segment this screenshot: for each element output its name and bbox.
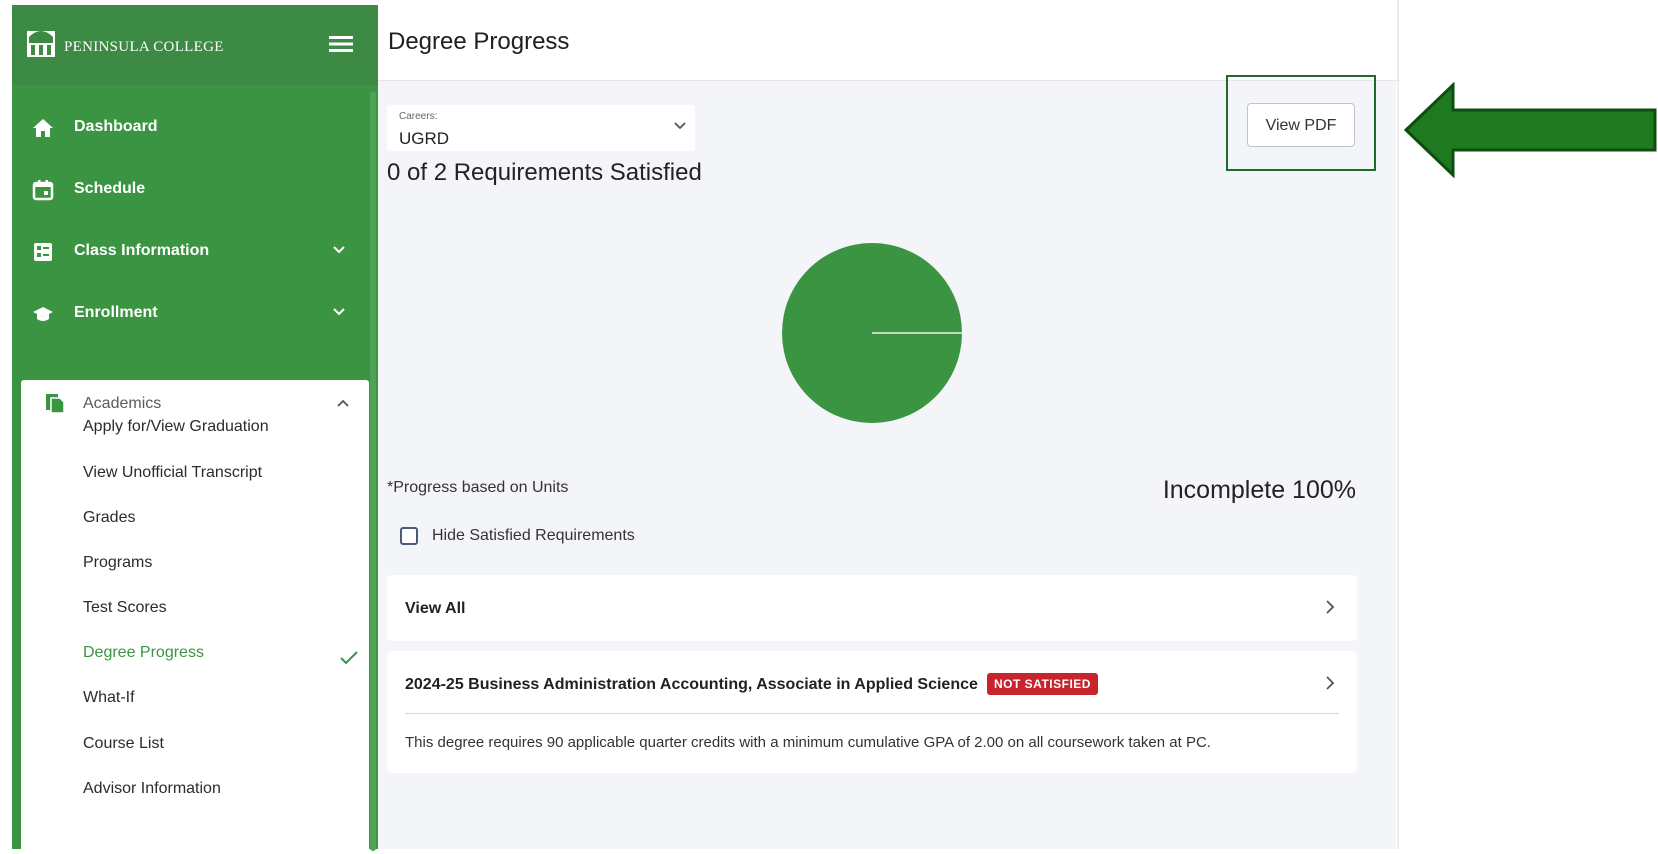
sidebar-item-label: Enrollment [74, 304, 158, 321]
progress-pie-chart [782, 243, 962, 423]
brand-header: PENINSULA COLLEGE [12, 5, 378, 85]
sidebar-subitem-advisor-information[interactable]: Advisor Information [83, 780, 221, 798]
requirements-summary: 0 of 2 Requirements Satisfied [387, 159, 702, 186]
sidebar-subitem-test-scores[interactable]: Test Scores [83, 599, 167, 617]
chevron-up-icon [337, 399, 349, 407]
arrow-left-icon [1403, 82, 1657, 178]
careers-value: UGRD [399, 129, 450, 148]
documents-icon [46, 394, 65, 414]
chevron-down-icon [333, 308, 345, 316]
sidebar-subitem-programs[interactable]: Programs [83, 554, 152, 572]
sidebar-item-label: Dashboard [74, 118, 158, 135]
college-name: PENINSULA COLLEGE [64, 39, 224, 55]
sidebar-subitem-apply-graduation[interactable]: Apply for/View Graduation [83, 418, 269, 436]
calendar-icon [32, 180, 54, 201]
degree-title: 2024-25 Business Administration Accounti… [405, 676, 978, 693]
chevron-down-icon [333, 246, 345, 254]
hide-satisfied-checkbox[interactable] [400, 527, 418, 545]
careers-select[interactable]: Careers: UGRD [387, 105, 695, 151]
graduation-cap-icon [33, 307, 53, 321]
sidebar-item-dashboard[interactable]: Dashboard [12, 103, 368, 153]
sidebar-item-enrollment[interactable]: Enrollment [12, 289, 368, 339]
status-badge: NOT SATISFIED [987, 673, 1098, 695]
main-header: Degree Progress [378, 0, 1400, 81]
sidebar-subitem-grades[interactable]: Grades [83, 509, 135, 527]
chevron-right-icon [1326, 676, 1335, 690]
menu-icon[interactable] [329, 35, 353, 53]
divider [405, 713, 1339, 714]
chevron-right-icon [1326, 600, 1335, 614]
home-icon [33, 119, 53, 137]
chevron-down-icon [674, 122, 686, 130]
college-logo [27, 31, 55, 57]
main-content: Careers: UGRD 0 of 2 Requirements Satisf… [378, 75, 1396, 849]
sidebar: PENINSULA COLLEGE Dashboard Schedule Cla… [12, 5, 378, 854]
sidebar-item-label: Class Information [74, 242, 210, 259]
view-all-label: View All [405, 600, 466, 617]
page-title: Degree Progress [388, 28, 570, 55]
sidebar-item-class-information[interactable]: Class Information [12, 227, 368, 277]
hide-satisfied-label: Hide Satisfied Requirements [432, 527, 635, 544]
academics-panel: Academics Apply for/View Graduation View… [21, 380, 369, 854]
checkmark-icon [340, 651, 358, 665]
careers-caption: Careers: [399, 111, 438, 122]
divider [1397, 0, 1399, 849]
sidebar-subitem-what-if[interactable]: What-If [83, 689, 135, 707]
sidebar-item-schedule[interactable]: Schedule [12, 165, 368, 215]
sidebar-subitem-unofficial-transcript[interactable]: View Unofficial Transcript [83, 464, 262, 482]
sidebar-scrollbar[interactable] [370, 91, 376, 851]
incomplete-percentage: Incomplete 100% [1162, 476, 1356, 504]
sidebar-item-label: Academics [83, 395, 162, 412]
degree-requirement-card[interactable]: 2024-25 Business Administration Accounti… [387, 651, 1357, 773]
sidebar-subitem-degree-progress[interactable]: Degree Progress [83, 644, 204, 662]
view-pdf-button[interactable]: View PDF [1247, 103, 1355, 147]
view-all-card[interactable]: View All [387, 575, 1357, 641]
list-icon [34, 243, 52, 261]
progress-note: *Progress based on Units [387, 479, 569, 496]
degree-description: This degree requires 90 applicable quart… [405, 734, 1211, 751]
sidebar-subitem-course-list[interactable]: Course List [83, 735, 164, 753]
sidebar-item-label: Schedule [74, 180, 146, 197]
